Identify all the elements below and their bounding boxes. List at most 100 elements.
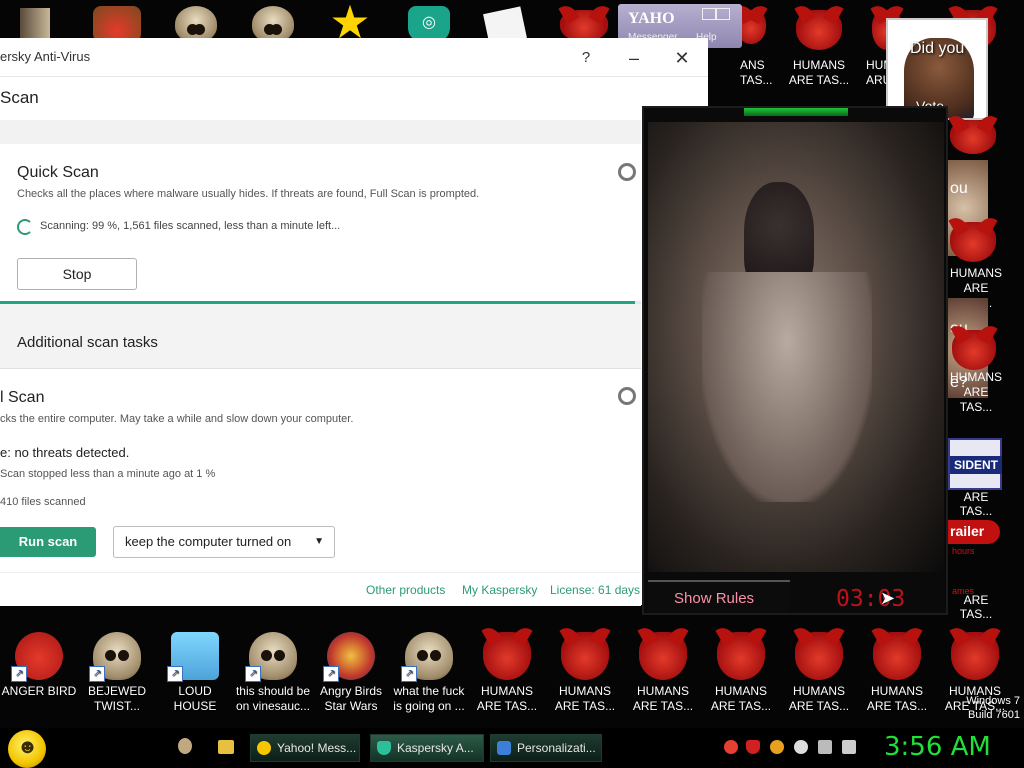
quick-scan-settings-icon[interactable] bbox=[618, 163, 636, 181]
start-button[interactable]: ☻ bbox=[8, 730, 46, 768]
desktop-icon[interactable]: ↗ what the fuck is going on ... bbox=[390, 632, 468, 714]
license-link[interactable]: License: 61 days r bbox=[550, 583, 647, 597]
trailer-badge[interactable]: railer bbox=[948, 520, 1000, 544]
taskbar-item-kaspersky[interactable]: Kaspersky A... bbox=[370, 734, 484, 762]
desktop-icon-label: Angry Birds Star Wars bbox=[319, 684, 383, 713]
show-rules-label: Show Rules bbox=[674, 590, 755, 607]
power-option-select[interactable]: keep the computer turned on ▼ bbox=[113, 526, 335, 558]
taskbar-clock[interactable]: 3:56 AM bbox=[884, 732, 991, 762]
tray-messenger-icon[interactable] bbox=[794, 740, 808, 754]
devil-icon bbox=[795, 632, 843, 680]
full-scan-result: e: no threats detected. bbox=[0, 445, 130, 460]
full-scan-stopped: Scan stopped less than a minute ago at 1… bbox=[0, 468, 216, 480]
desktop-icon[interactable]: ↗ this should be on vinesauc... bbox=[234, 632, 312, 714]
desktop-icon[interactable]: HUMANS ARE TAS... bbox=[702, 632, 780, 714]
kaspersky-window: ersky Anti-Virus ? – ✕ Scan Quick Scan C… bbox=[0, 38, 708, 606]
desktop-icon-label: HUMANS ARE TAS... bbox=[476, 684, 538, 713]
skull-icon: ↗ bbox=[245, 632, 297, 682]
section-divider bbox=[0, 120, 641, 145]
taskbar: ☻ Yahoo! Mess... Kaspersky A... Personal… bbox=[0, 728, 1024, 768]
desktop-icon[interactable]: ↗ ANGER BIRD bbox=[0, 632, 78, 699]
scan-status: Scanning: 99 %, 1,561 files scanned, les… bbox=[40, 220, 341, 232]
hours-text: hours bbox=[952, 546, 975, 556]
star-icon[interactable]: ★ bbox=[327, 0, 373, 45]
green-indicator-bar bbox=[744, 108, 848, 116]
window-title: ersky Anti-Virus bbox=[0, 49, 91, 64]
devil-icon bbox=[561, 632, 609, 680]
desktop-icon[interactable]: HUMANS ARE TAS... bbox=[546, 632, 624, 714]
my-kaspersky-link[interactable]: My Kaspersky bbox=[462, 583, 537, 597]
tray-search-icon[interactable] bbox=[770, 740, 784, 754]
angry-bird-hat-icon[interactable] bbox=[93, 6, 141, 42]
shortcut-arrow-icon: ↗ bbox=[245, 666, 261, 682]
shortcut-arrow-icon: ↗ bbox=[401, 666, 417, 682]
president-badge-text: SIDENT bbox=[950, 456, 1002, 474]
devil-icon bbox=[873, 632, 921, 680]
stop-button[interactable]: Stop bbox=[17, 258, 137, 290]
full-scan-settings-icon[interactable] bbox=[618, 387, 636, 405]
yahoo-minimize-button[interactable] bbox=[702, 8, 716, 20]
quick-scan-card: Quick Scan Checks all the places where m… bbox=[0, 144, 641, 304]
close-button[interactable]: ✕ bbox=[670, 46, 694, 70]
desktop-icon[interactable]: ↗ BEJEWED TWIST... bbox=[78, 632, 156, 714]
bird-icon: ↗ bbox=[11, 632, 63, 682]
additional-section: Additional scan tasks bbox=[0, 304, 641, 369]
devil-icon[interactable] bbox=[950, 222, 996, 262]
devil-icon bbox=[717, 632, 765, 680]
skull-icon[interactable] bbox=[252, 6, 294, 42]
kaspersky-titlebar[interactable]: ersky Anti-Virus ? – ✕ bbox=[0, 38, 708, 77]
run-scan-button[interactable]: Run scan bbox=[0, 527, 96, 557]
desktop-label: ARE TAS... bbox=[959, 490, 993, 518]
desktop-icon[interactable]: HUMANS ARE TAS... bbox=[858, 632, 936, 714]
devil-icon[interactable] bbox=[952, 330, 996, 370]
tray-shield-icon[interactable] bbox=[746, 740, 760, 754]
desktop-icon-label: BEJEWED TWIST... bbox=[87, 684, 146, 713]
quicklaunch-skull-icon[interactable] bbox=[178, 738, 192, 754]
other-products-link[interactable]: Other products bbox=[366, 583, 445, 597]
desktop-icon-label: HUMANS ARE TAS... bbox=[788, 684, 850, 713]
book-icon[interactable] bbox=[20, 8, 50, 42]
tray-warning-icon[interactable] bbox=[724, 740, 738, 754]
desktop-icon-label: this should be on vinesauc... bbox=[235, 684, 311, 713]
desktop-label: HUMANS ARE TAS... bbox=[788, 58, 850, 87]
devil-icon bbox=[483, 632, 531, 680]
desktop-icon[interactable]: HUMANS ARE TAS... bbox=[468, 632, 546, 714]
desktop-icon[interactable]: HUMANS ARE TAS... bbox=[624, 632, 702, 714]
shortcut-arrow-icon: ↗ bbox=[167, 666, 183, 682]
kaspersky-shield-icon bbox=[377, 741, 391, 755]
tray-volume-icon[interactable] bbox=[842, 740, 856, 754]
desktop-label: ANS TAS... bbox=[740, 58, 773, 87]
chevron-down-icon: ▼ bbox=[314, 536, 324, 547]
vote-text: Did you bbox=[910, 40, 965, 57]
trailer-text: railer bbox=[950, 523, 985, 539]
desktop-icon-label: HUMANS ARE TAS... bbox=[554, 684, 616, 713]
kaspersky-shield-icon[interactable]: ◎ bbox=[408, 6, 450, 42]
kaspersky-footer: Other products My Kaspersky License: 61 … bbox=[0, 572, 647, 606]
spinner-icon bbox=[17, 219, 33, 235]
taskbar-item-yahoo[interactable]: Yahoo! Mess... bbox=[250, 734, 360, 762]
task-label: Kaspersky A... bbox=[397, 741, 474, 755]
yahoo-logo: YAHO bbox=[628, 10, 675, 27]
devil-icon bbox=[639, 632, 687, 680]
horror-game-window[interactable]: Show Rules 03:03 ➤ bbox=[642, 106, 948, 615]
ghost-dress bbox=[702, 272, 872, 502]
desktop-icon[interactable]: ↗ Angry Birds Star Wars bbox=[312, 632, 390, 714]
rules-tab[interactable]: Show Rules bbox=[648, 580, 790, 612]
quick-scan-description: Checks all the places where malware usua… bbox=[17, 188, 480, 200]
help-button[interactable]: ? bbox=[574, 46, 598, 70]
skull-icon[interactable] bbox=[175, 6, 217, 42]
yahoo-maximize-button[interactable] bbox=[716, 8, 730, 20]
mouse-cursor-icon: ➤ bbox=[880, 588, 896, 608]
tray-network-icon[interactable] bbox=[818, 740, 832, 754]
vote-popup-image[interactable]: Did you Vote bbox=[886, 18, 988, 120]
president-badge[interactable]: SIDENT bbox=[948, 438, 1002, 490]
devil-icon[interactable] bbox=[796, 10, 842, 50]
minimize-button[interactable]: – bbox=[622, 46, 646, 70]
quicklaunch-folder-icon[interactable] bbox=[218, 740, 234, 754]
devil-icon[interactable] bbox=[950, 120, 996, 154]
monitor-icon bbox=[497, 741, 511, 755]
yahoo-smiley-icon bbox=[257, 741, 271, 755]
desktop-icon[interactable]: HUMANS ARE TAS... bbox=[780, 632, 858, 714]
taskbar-item-personalization[interactable]: Personalizati... bbox=[490, 734, 602, 762]
desktop-icon[interactable]: ↗ LOUD HOUSE bbox=[156, 632, 234, 714]
